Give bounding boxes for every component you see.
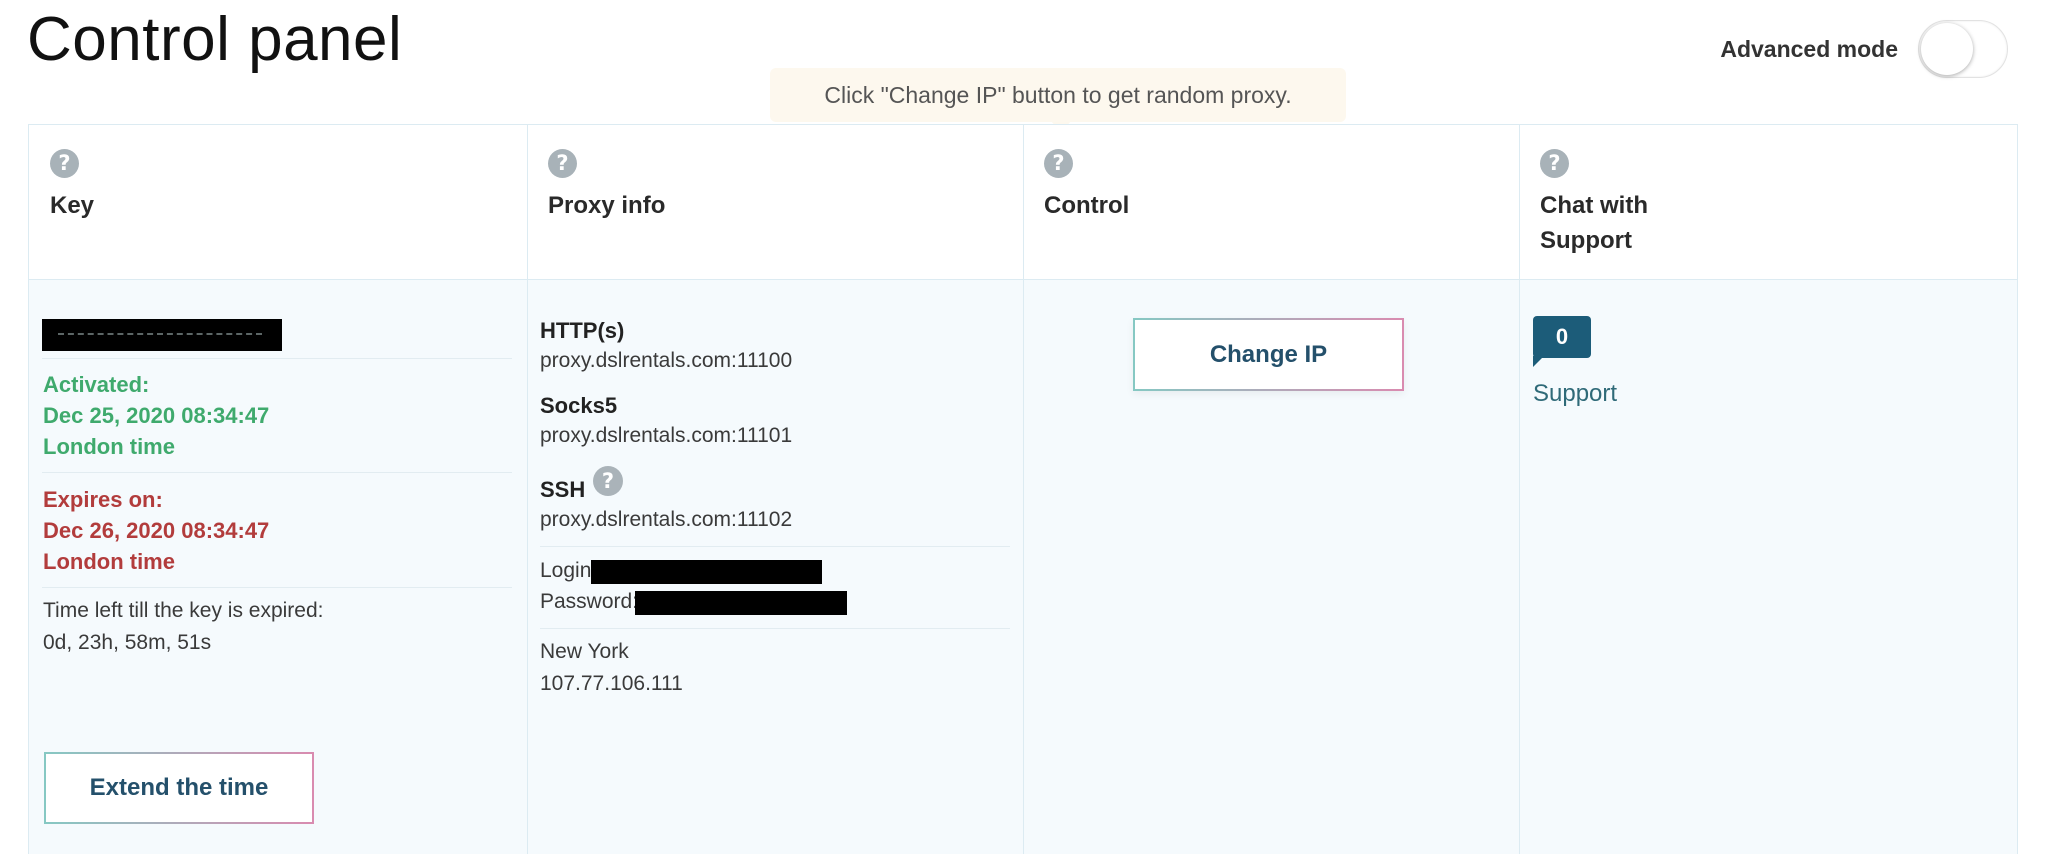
proxy-city: New York (540, 640, 629, 663)
header-proxy-info: ? Proxy info (527, 125, 1023, 280)
proxy-ip: 107.77.106.111 (540, 672, 683, 695)
time-left-value: 0d, 23h, 58m, 51s (43, 631, 212, 654)
control-panel-table: ? Key ? Proxy info ? Control ? Chat with… (28, 124, 2018, 854)
question-circle-icon[interactable]: ? (548, 149, 577, 178)
question-circle-icon[interactable]: ? (1540, 149, 1569, 178)
activated-timezone: London time (43, 434, 175, 459)
badge-tail (1533, 356, 1544, 367)
time-left-label: Time left till the key is expired: (43, 599, 324, 622)
activated-info: Activated: Dec 25, 2020 08:34:47 London … (43, 369, 269, 462)
password-redacted (635, 591, 847, 615)
change-ip-tooltip: Click "Change IP" button to get random p… (770, 68, 1346, 122)
ssh-label: SSH (540, 477, 586, 502)
login-label: Login: (540, 559, 598, 582)
advanced-mode-control: Advanced mode (1720, 20, 2008, 78)
tooltip-text: Click "Change IP" button to get random p… (824, 81, 1292, 108)
change-ip-button[interactable]: Change IP (1133, 318, 1404, 391)
question-circle-icon[interactable]: ? (593, 466, 623, 496)
proxy-info-cell: HTTP(s) proxy.dslrentals.com:11100 Socks… (527, 280, 1023, 854)
divider (540, 546, 1010, 547)
divider (42, 358, 512, 359)
expires-label: Expires on: (43, 487, 163, 512)
support-link[interactable]: Support (1533, 380, 1617, 408)
question-circle-icon[interactable]: ? (50, 149, 79, 178)
toggle-knob (1921, 23, 1973, 75)
control-cell: Change IP (1023, 280, 1519, 854)
http-address: proxy.dslrentals.com:11100 (540, 349, 793, 372)
socks5-address: proxy.dslrentals.com:11101 (540, 424, 793, 447)
expires-timezone: London time (43, 549, 175, 574)
extend-time-button[interactable]: Extend the time (44, 752, 314, 824)
header-key: ? Key (29, 125, 527, 280)
key-cell: Activated: Dec 25, 2020 08:34:47 London … (29, 280, 527, 854)
header-proxy-info-title: Proxy info (548, 192, 666, 219)
divider (42, 587, 512, 588)
header-control-title: Control (1044, 192, 1130, 219)
question-circle-icon[interactable]: ? (1044, 149, 1073, 178)
time-left-info: Time left till the key is expired: 0d, 2… (43, 595, 324, 659)
key-value-redacted (42, 319, 282, 351)
header-key-title: Key (50, 192, 95, 219)
password-label: Password: (540, 590, 639, 613)
chat-support-cell: 0 Support (1519, 280, 2019, 854)
divider (42, 472, 512, 473)
header-chat-support: ? Chat with Support (1519, 125, 2019, 280)
header-chat-support-title: Chat with Support (1540, 192, 1648, 254)
advanced-mode-label: Advanced mode (1720, 35, 1898, 62)
login-redacted (591, 560, 822, 584)
socks5-label: Socks5 (540, 393, 618, 418)
advanced-mode-toggle[interactable] (1918, 20, 2008, 78)
expires-info: Expires on: Dec 26, 2020 08:34:47 London… (43, 484, 269, 577)
http-label: HTTP(s) (540, 318, 625, 343)
unread-messages-badge[interactable]: 0 (1533, 316, 1591, 358)
activated-date: Dec 25, 2020 08:34:47 (43, 403, 270, 428)
divider (540, 628, 1010, 629)
header-control: ? Control (1023, 125, 1519, 280)
page-title: Control panel (27, 5, 403, 74)
activated-label: Activated: (43, 372, 150, 397)
proxy-location: New York 107.77.106.111 (540, 636, 683, 700)
expires-date: Dec 26, 2020 08:34:47 (43, 518, 270, 543)
ssh-address: proxy.dslrentals.com:11102 (540, 508, 793, 531)
